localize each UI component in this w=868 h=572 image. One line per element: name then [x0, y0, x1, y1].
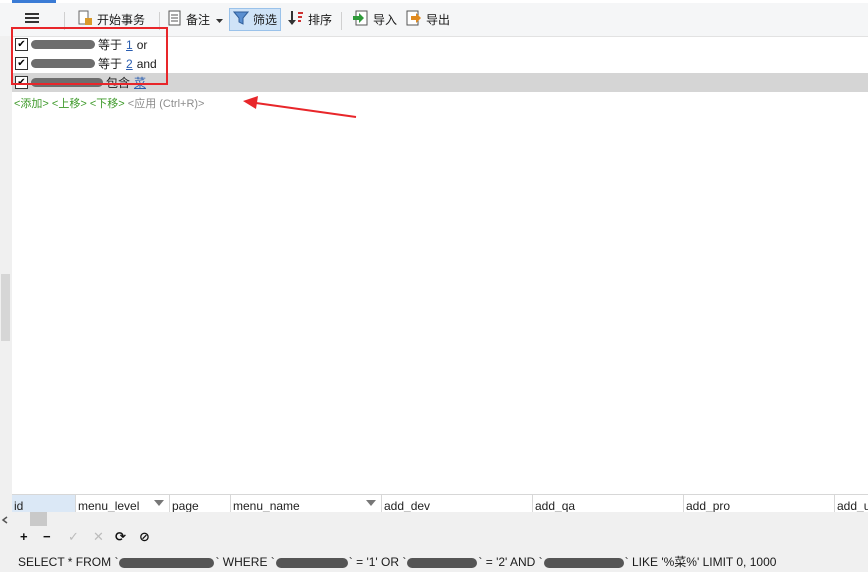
- filter-button[interactable]: 筛选: [229, 8, 282, 31]
- confirm-icon[interactable]: ✓: [68, 530, 79, 544]
- cancel-icon[interactable]: ✕: [93, 530, 104, 544]
- horizontal-scrollbar[interactable]: [0, 512, 868, 528]
- redacted-field-name: [543, 557, 624, 568]
- filter-funnel-icon: [232, 10, 250, 29]
- filter-label: 筛选: [253, 13, 278, 27]
- add-record-icon[interactable]: +: [20, 530, 28, 544]
- record-toolbar: + − ✓ ✕ ⟳ ⊘: [0, 528, 868, 546]
- notes-label: 备注: [186, 13, 211, 27]
- column-header[interactable]: id: [12, 495, 76, 513]
- toolbar-divider: [341, 12, 342, 30]
- sql-fragment: SELECT * FROM `: [18, 555, 119, 569]
- status-bar: SELECT * FROM ` ` WHERE ` ` = '1' OR ` ` = …: [0, 546, 868, 572]
- column-filter-icon[interactable]: [366, 500, 376, 506]
- add-filter-link[interactable]: <添加>: [14, 98, 49, 110]
- column-header[interactable]: menu_name: [231, 495, 382, 513]
- import-icon: [353, 10, 369, 29]
- sql-fragment: ` = '1' OR `: [348, 555, 407, 569]
- export-label: 导出: [426, 13, 451, 27]
- column-header[interactable]: add_dev: [382, 495, 533, 513]
- sql-fragment: ` LIKE '%菜%' LIMIT 0, 1000: [624, 555, 777, 569]
- scroll-left-icon[interactable]: [0, 515, 10, 528]
- column-header[interactable]: menu_level: [76, 495, 170, 513]
- notes-icon: [168, 10, 182, 29]
- redacted-field-name: [407, 557, 478, 568]
- export-icon: [406, 10, 422, 29]
- column-header[interactable]: add_pro: [684, 495, 835, 513]
- chevron-down-icon: [216, 13, 224, 27]
- sql-fragment: ` = '2' AND `: [478, 555, 543, 569]
- panel-resize-handle[interactable]: [1, 274, 10, 341]
- column-header[interactable]: add_u: [835, 495, 868, 513]
- redacted-field-name: [275, 557, 348, 568]
- import-button[interactable]: 导入: [350, 8, 400, 31]
- notes-button[interactable]: 备注: [165, 8, 226, 31]
- stop-icon[interactable]: ⊘: [139, 530, 150, 544]
- sql-fragment: ` WHERE `: [215, 555, 275, 569]
- sql-query-text: SELECT * FROM ` ` WHERE ` ` = '1' OR ` ` = …: [18, 553, 776, 570]
- export-button[interactable]: 导出: [403, 8, 453, 31]
- apply-filter-link[interactable]: <应用 (Ctrl+R)>: [128, 98, 205, 110]
- refresh-icon[interactable]: ⟳: [115, 530, 126, 544]
- left-panel-strip: [0, 36, 12, 546]
- import-label: 导入: [373, 13, 398, 27]
- column-header[interactable]: add_qa: [533, 495, 684, 513]
- delete-record-icon[interactable]: −: [43, 530, 51, 544]
- sort-icon: [288, 10, 304, 29]
- column-filter-icon[interactable]: [154, 500, 164, 506]
- begin-transaction-label: 开始事务: [97, 13, 146, 27]
- sort-button[interactable]: 排序: [285, 8, 335, 31]
- move-up-link[interactable]: <上移>: [52, 98, 87, 110]
- filter-actions: <添加> <上移> <下移> <应用 (Ctrl+R)>: [14, 95, 204, 111]
- scrollbar-thumb[interactable]: [30, 512, 47, 526]
- move-down-link[interactable]: <下移>: [90, 98, 125, 110]
- sort-label: 排序: [308, 13, 333, 27]
- hamburger-menu-icon: [25, 12, 39, 27]
- annotation-highlight-box: [11, 27, 168, 85]
- result-grid-header: id menu_level page menu_name add_dev add…: [12, 494, 868, 513]
- redacted-table-name: [119, 557, 215, 568]
- column-header[interactable]: page: [170, 495, 231, 513]
